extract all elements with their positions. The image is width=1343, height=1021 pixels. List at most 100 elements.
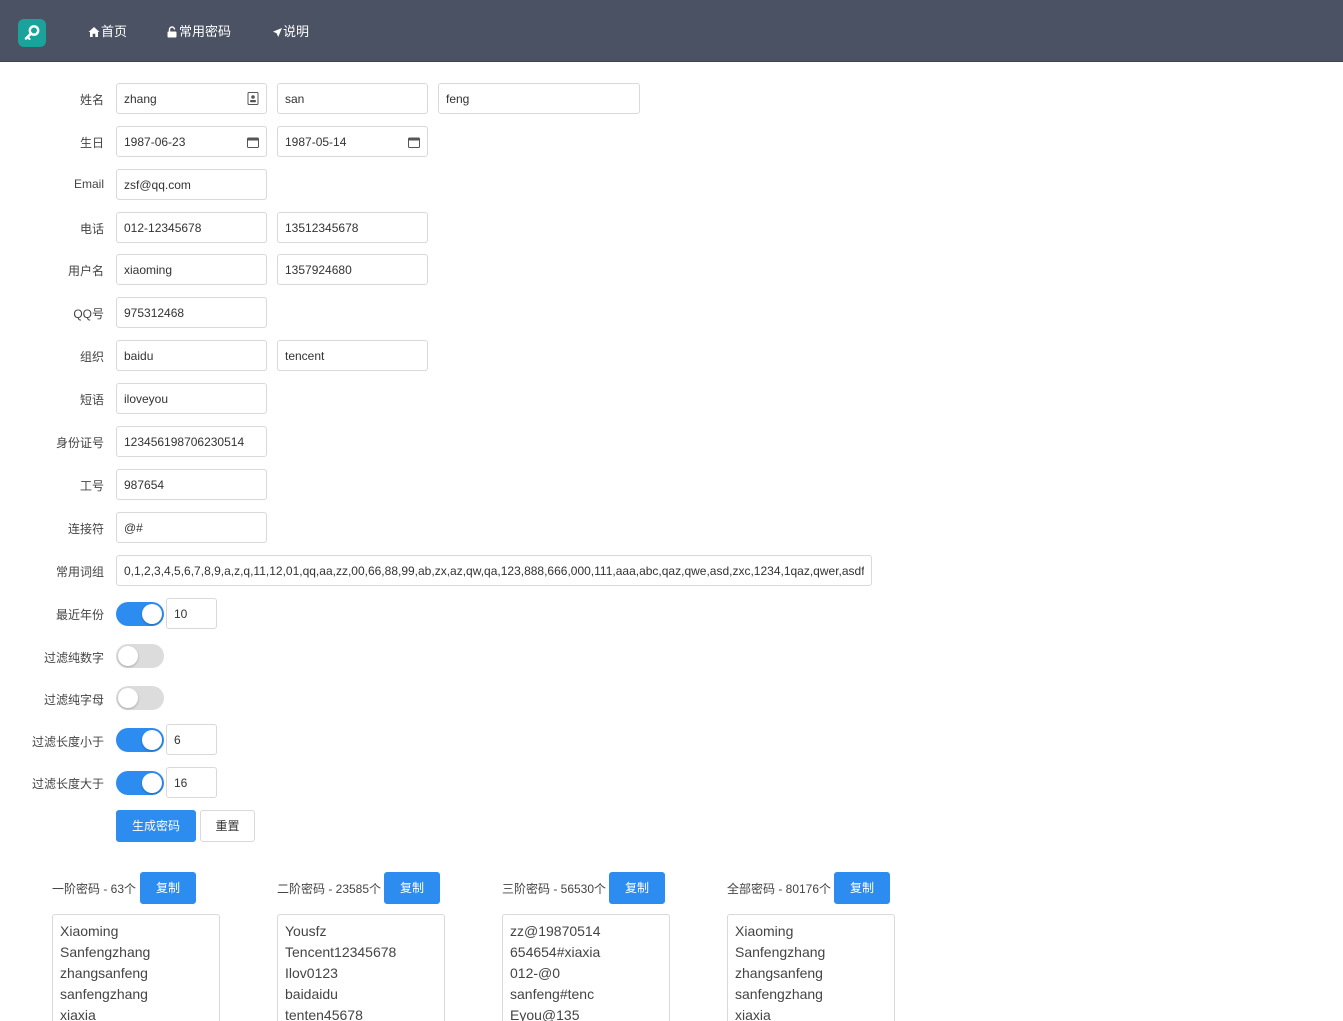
birthday2-wrap	[277, 126, 428, 157]
toggle-knob	[142, 604, 162, 624]
copy-button-3[interactable]: 复制	[609, 872, 665, 904]
username-input-1[interactable]	[116, 254, 267, 285]
filter-letters-toggle[interactable]	[116, 686, 164, 710]
generate-button[interactable]: 生成密码	[116, 810, 196, 842]
result-3-list[interactable]: zz@19870514 654654#xiaxia 012-@0 sanfeng…	[502, 914, 670, 1021]
calendar-icon	[408, 137, 420, 148]
filter-max-toggle[interactable]	[116, 771, 164, 795]
name-label: 姓名	[79, 93, 104, 107]
recent-years-label: 最近年份	[55, 608, 104, 622]
toggle-knob	[142, 730, 162, 750]
connector-input[interactable]	[116, 512, 267, 543]
home-icon	[88, 27, 100, 37]
nav-home[interactable]: 首页	[88, 24, 127, 40]
jobno-label: 工号	[79, 479, 104, 493]
nav-help-label: 说明	[283, 24, 310, 39]
list-item: Sanfengzhang	[735, 944, 826, 960]
birthday-label: 生日	[79, 136, 104, 150]
phrase-input[interactable]	[116, 383, 267, 414]
toggle-knob	[118, 688, 138, 708]
birthday-input-1[interactable]	[116, 126, 267, 157]
filter-max-label: 过滤长度大于	[31, 777, 104, 791]
first-name-wrap	[116, 83, 267, 114]
calendar-icon	[247, 137, 259, 148]
username-input-2[interactable]	[277, 254, 428, 285]
email-label: Email	[73, 177, 104, 191]
result-2-label: 二阶密码 - 23585个	[277, 882, 382, 896]
filter-digits-toggle[interactable]	[116, 644, 164, 668]
words-label: 常用词组	[55, 565, 104, 579]
list-item: tenten45678	[285, 1007, 363, 1021]
list-item: zhangsanfeng	[735, 965, 823, 981]
recent-years-toggle[interactable]	[116, 602, 164, 626]
list-item: Eyou@135	[510, 1007, 580, 1021]
nav-common-passwords[interactable]: 常用密码	[166, 24, 231, 40]
common-words-input[interactable]	[116, 555, 872, 586]
list-item: 012-@0	[510, 965, 561, 981]
list-item: Xiaoming	[735, 923, 794, 939]
reset-button[interactable]: 重置	[200, 810, 255, 842]
contact-card-icon	[247, 92, 259, 105]
phone-input-1[interactable]	[116, 212, 267, 243]
jobno-input[interactable]	[116, 469, 267, 500]
key-icon	[24, 25, 40, 41]
app-logo[interactable]	[18, 19, 46, 47]
filter-min-input[interactable]	[166, 724, 217, 755]
toggle-knob	[118, 646, 138, 666]
last-name-input[interactable]	[438, 83, 640, 114]
result-4-list[interactable]: Xiaoming Sanfengzhang zhangsanfeng sanfe…	[727, 914, 895, 1021]
unlock-icon	[167, 26, 177, 38]
result-2-list[interactable]: Yousfz Tencent12345678 Ilov0123 baidaidu…	[277, 914, 445, 1021]
idcard-input[interactable]	[116, 426, 267, 457]
username-label: 用户名	[67, 264, 104, 278]
top-navbar: 首页 常用密码 说明	[0, 0, 1343, 62]
copy-button-1[interactable]: 复制	[140, 872, 196, 904]
phone-input-2[interactable]	[277, 212, 428, 243]
result-4-label: 全部密码 - 80176个	[727, 882, 832, 896]
birthday-input-2[interactable]	[277, 126, 428, 157]
birthday1-wrap	[116, 126, 267, 157]
email-input[interactable]	[116, 169, 267, 200]
phone-label: 电话	[79, 222, 104, 236]
phrase-label: 短语	[79, 393, 104, 407]
copy-button-2[interactable]: 复制	[384, 872, 440, 904]
filter-letters-label: 过滤纯字母	[43, 693, 104, 707]
list-item: Yousfz	[285, 923, 327, 939]
recent-years-input[interactable]	[166, 598, 217, 629]
first-name-input[interactable]	[116, 83, 267, 114]
result-3-label: 三阶密码 - 56530个	[502, 882, 607, 896]
list-item: zz@19870514	[510, 923, 601, 939]
list-item: zhangsanfeng	[60, 965, 148, 981]
idcard-label: 身份证号	[55, 436, 104, 450]
list-item: sanfengzhang	[60, 986, 148, 1002]
connector-label: 连接符	[67, 522, 104, 536]
list-item: Sanfengzhang	[60, 944, 151, 960]
filter-min-toggle[interactable]	[116, 728, 164, 752]
qq-label: QQ号	[73, 307, 104, 321]
result-1-label: 一阶密码 - 63个	[52, 882, 137, 896]
list-item: Xiaoming	[60, 923, 119, 939]
list-item: sanfeng#tenc	[510, 986, 595, 1002]
nav-home-label: 首页	[101, 24, 128, 39]
result-1-list[interactable]: Xiaoming Sanfengzhang zhangsanfeng sanfe…	[52, 914, 220, 1021]
middle-name-input[interactable]	[277, 83, 428, 114]
org-label: 组织	[79, 350, 104, 364]
qq-input[interactable]	[116, 297, 267, 328]
filter-min-label: 过滤长度小于	[31, 735, 104, 749]
list-item: sanfengzhang	[735, 986, 823, 1002]
list-item: baidaidu	[285, 986, 338, 1002]
send-arrow-icon	[273, 27, 282, 37]
nav-help[interactable]: 说明	[273, 24, 309, 40]
list-item: xiaxia	[60, 1007, 96, 1021]
org-input-2[interactable]	[277, 340, 428, 371]
filter-digits-label: 过滤纯数字	[43, 651, 104, 665]
list-item: Tencent12345678	[285, 944, 397, 960]
list-item: Ilov0123	[285, 965, 338, 981]
filter-max-input[interactable]	[166, 767, 217, 798]
list-item: xiaxia	[735, 1007, 771, 1021]
toggle-knob	[142, 773, 162, 793]
org-input-1[interactable]	[116, 340, 267, 371]
list-item: 654654#xiaxia	[510, 944, 601, 960]
copy-button-4[interactable]: 复制	[834, 872, 890, 904]
nav-common-label: 常用密码	[179, 24, 232, 39]
